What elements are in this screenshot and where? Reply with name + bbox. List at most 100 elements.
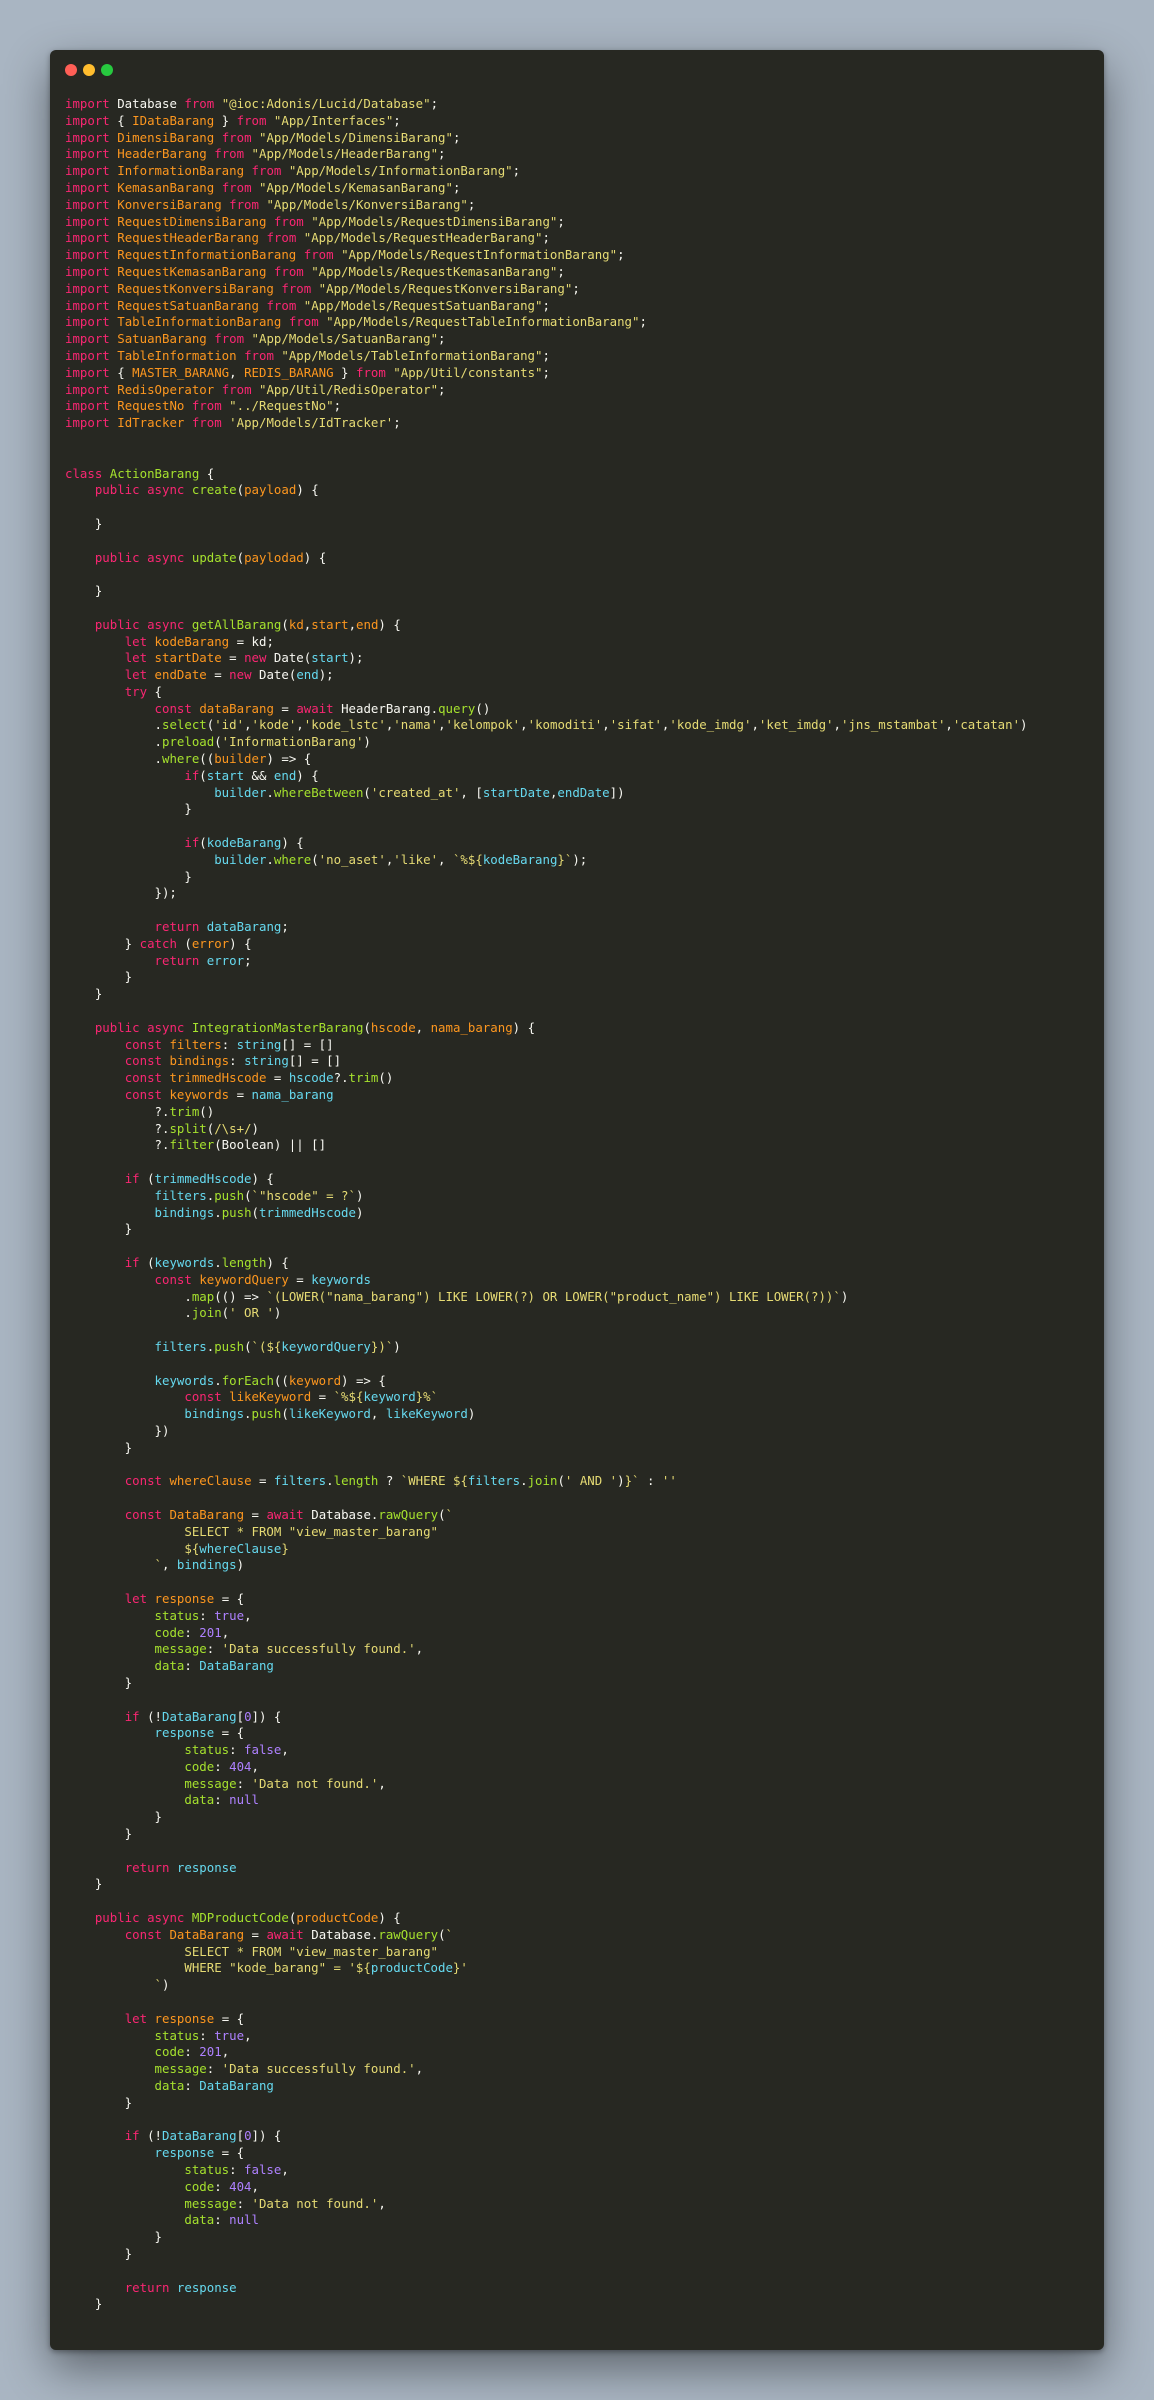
code-token: ( [214, 734, 222, 750]
code-token: 'no_aset' [318, 851, 386, 867]
code-token: 'Data not found.' [251, 1775, 379, 1791]
code-line: import SatuanBarang from "App/Models/Sat… [65, 331, 1094, 348]
code-token: hscode [370, 1019, 416, 1035]
code-token: if [184, 767, 200, 783]
code-token: const [124, 1053, 162, 1069]
code-token: IDataBarang [132, 112, 215, 128]
code-token: "@ioc:Adonis/Lucid/Database" [221, 96, 431, 111]
code-token: keywords [311, 1271, 371, 1287]
code-token: from [221, 129, 252, 145]
code-token: public [94, 1019, 140, 1035]
code-token: = { [214, 1725, 245, 1741]
code-token: keywords [169, 1087, 230, 1103]
minimize-dot-icon[interactable] [83, 64, 95, 76]
code-line: import KonversiBarang from "App/Models/K… [65, 197, 1094, 214]
code-token: from [191, 415, 222, 431]
code-token: status [154, 2027, 200, 2043]
code-token: ( [176, 935, 192, 951]
code-token: likeKeyword [229, 1389, 312, 1405]
code-token: from [244, 347, 274, 363]
code-token: import [65, 331, 110, 347]
code-token: startDate [154, 650, 222, 666]
code-token: let [124, 667, 148, 683]
code-line: public async create(payload) { [65, 482, 1094, 499]
code-token: async [147, 1019, 185, 1035]
code-token: TableInformation [117, 347, 237, 363]
code-line: } [65, 1826, 1094, 1843]
code-line: import InformationBarang from "App/Model… [65, 163, 1094, 180]
code-token: HeaderBarang. [333, 700, 439, 716]
code-token: payload [244, 482, 297, 498]
code-token: = { [214, 2010, 245, 2026]
code-token: "App/Models/InformationBarang" [288, 163, 513, 179]
code-token: . [266, 784, 274, 800]
code-token: = [206, 667, 230, 683]
code-token: }' [452, 1960, 468, 1976]
code-token: . [65, 717, 162, 733]
code-token: , [378, 2195, 386, 2211]
code-token: const [124, 1070, 162, 1086]
code-token: } [65, 969, 133, 985]
code-token: , [251, 1758, 259, 1774]
code-token: trimmedHscode [169, 1070, 267, 1086]
code-line: }); [65, 885, 1094, 902]
code-line: message: 'Data successfully found.', [65, 1641, 1094, 1658]
code-line: return response [65, 1860, 1094, 1877]
code-token: : [229, 1053, 245, 1069]
code-token: ) [355, 1204, 364, 1220]
code-token: . [266, 851, 274, 867]
code-token: length [221, 1254, 267, 1270]
code-token: , [221, 2044, 230, 2060]
code-token: ) [467, 1406, 476, 1422]
code-token: keyword [288, 1372, 342, 1388]
code-token: trimmedHscode [259, 1204, 356, 1220]
code-token: 'catatan' [952, 717, 1021, 733]
code-token: 'kode_imdg' [669, 717, 752, 733]
code-token: ) [355, 1187, 364, 1203]
code-token: code [154, 2044, 185, 2060]
code-token: from [236, 112, 267, 128]
code-token: ) { [296, 482, 319, 498]
code-line: import DimensiBarang from "App/Models/Di… [65, 130, 1094, 147]
code-token: 'kelompok' [445, 717, 521, 733]
code-line: } [65, 2229, 1094, 2246]
code-line: data: DataBarang [65, 1658, 1094, 1675]
code-token: , [348, 616, 357, 632]
code-token: ; [438, 381, 446, 397]
code-token: await [266, 1926, 304, 1942]
code-line: const dataBarang = await HeaderBarang.qu… [65, 701, 1094, 718]
code-token: ( [236, 549, 245, 565]
code-token: `(LOWER("nama_barang") LIKE LOWER(?) OR … [266, 1288, 841, 1304]
code-token: ; [467, 196, 476, 212]
code-line: ?.filter(Boolean) || [] [65, 1137, 1094, 1154]
code-line: } catch (error) { [65, 936, 1094, 953]
code-token: : [199, 1607, 215, 1623]
code-token: "App/Models/DimensiBarang" [259, 129, 453, 145]
maximize-dot-icon[interactable] [101, 64, 113, 76]
close-dot-icon[interactable] [65, 64, 77, 76]
code-token: , [281, 2162, 289, 2178]
code-token: ?. [333, 1070, 349, 1086]
